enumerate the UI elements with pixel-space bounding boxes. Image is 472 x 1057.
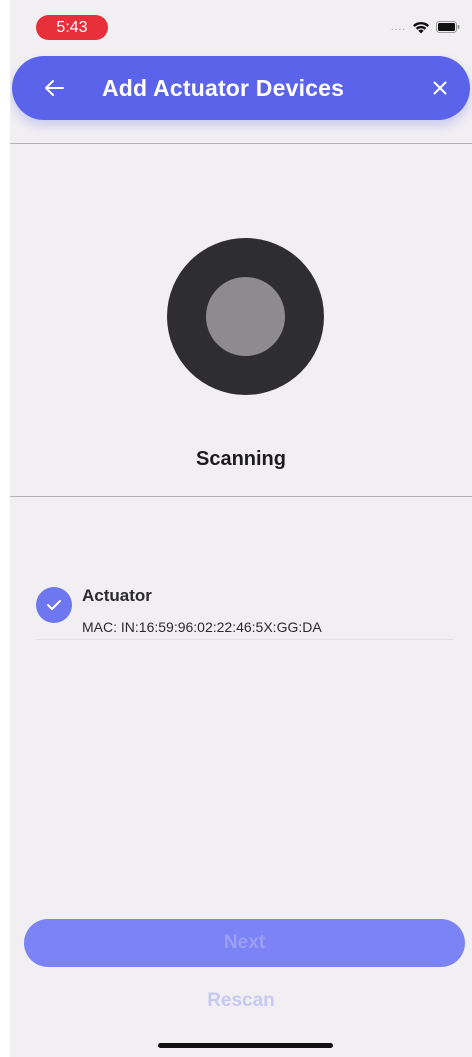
app-screen: 5:43 .... Add Actuator Devices Scanning … <box>10 0 472 1057</box>
close-icon <box>433 81 447 95</box>
scanner-divider <box>10 496 472 497</box>
battery-icon <box>436 21 460 33</box>
device-name: Actuator <box>82 586 152 605</box>
selected-check[interactable] <box>36 587 72 623</box>
header-divider <box>10 143 472 144</box>
wifi-icon <box>413 21 429 34</box>
rescan-button[interactable]: Rescan <box>10 990 472 1012</box>
arrow-left-icon <box>45 80 64 96</box>
back-button[interactable] <box>38 72 70 104</box>
device-list-item[interactable]: Actuator MAC: IN:16:59:96:02:22:46:5X:GG… <box>36 582 454 640</box>
scanner-core <box>206 277 285 356</box>
checkmark-icon <box>47 600 61 610</box>
device-mac: MAC: IN:16:59:96:02:22:46:5X:GG:DA <box>82 619 322 635</box>
app-header: Add Actuator Devices <box>12 56 470 120</box>
scanner-indicator <box>167 238 324 395</box>
status-time: 5:43 <box>36 15 108 40</box>
signal-icon: .... <box>390 21 406 33</box>
home-indicator <box>158 1043 333 1048</box>
close-button[interactable] <box>424 72 456 104</box>
status-icons: .... <box>391 20 460 34</box>
scan-status-label: Scanning <box>195 448 286 470</box>
page-title: Add Actuator Devices <box>102 75 345 101</box>
next-button[interactable]: Next <box>24 919 465 967</box>
